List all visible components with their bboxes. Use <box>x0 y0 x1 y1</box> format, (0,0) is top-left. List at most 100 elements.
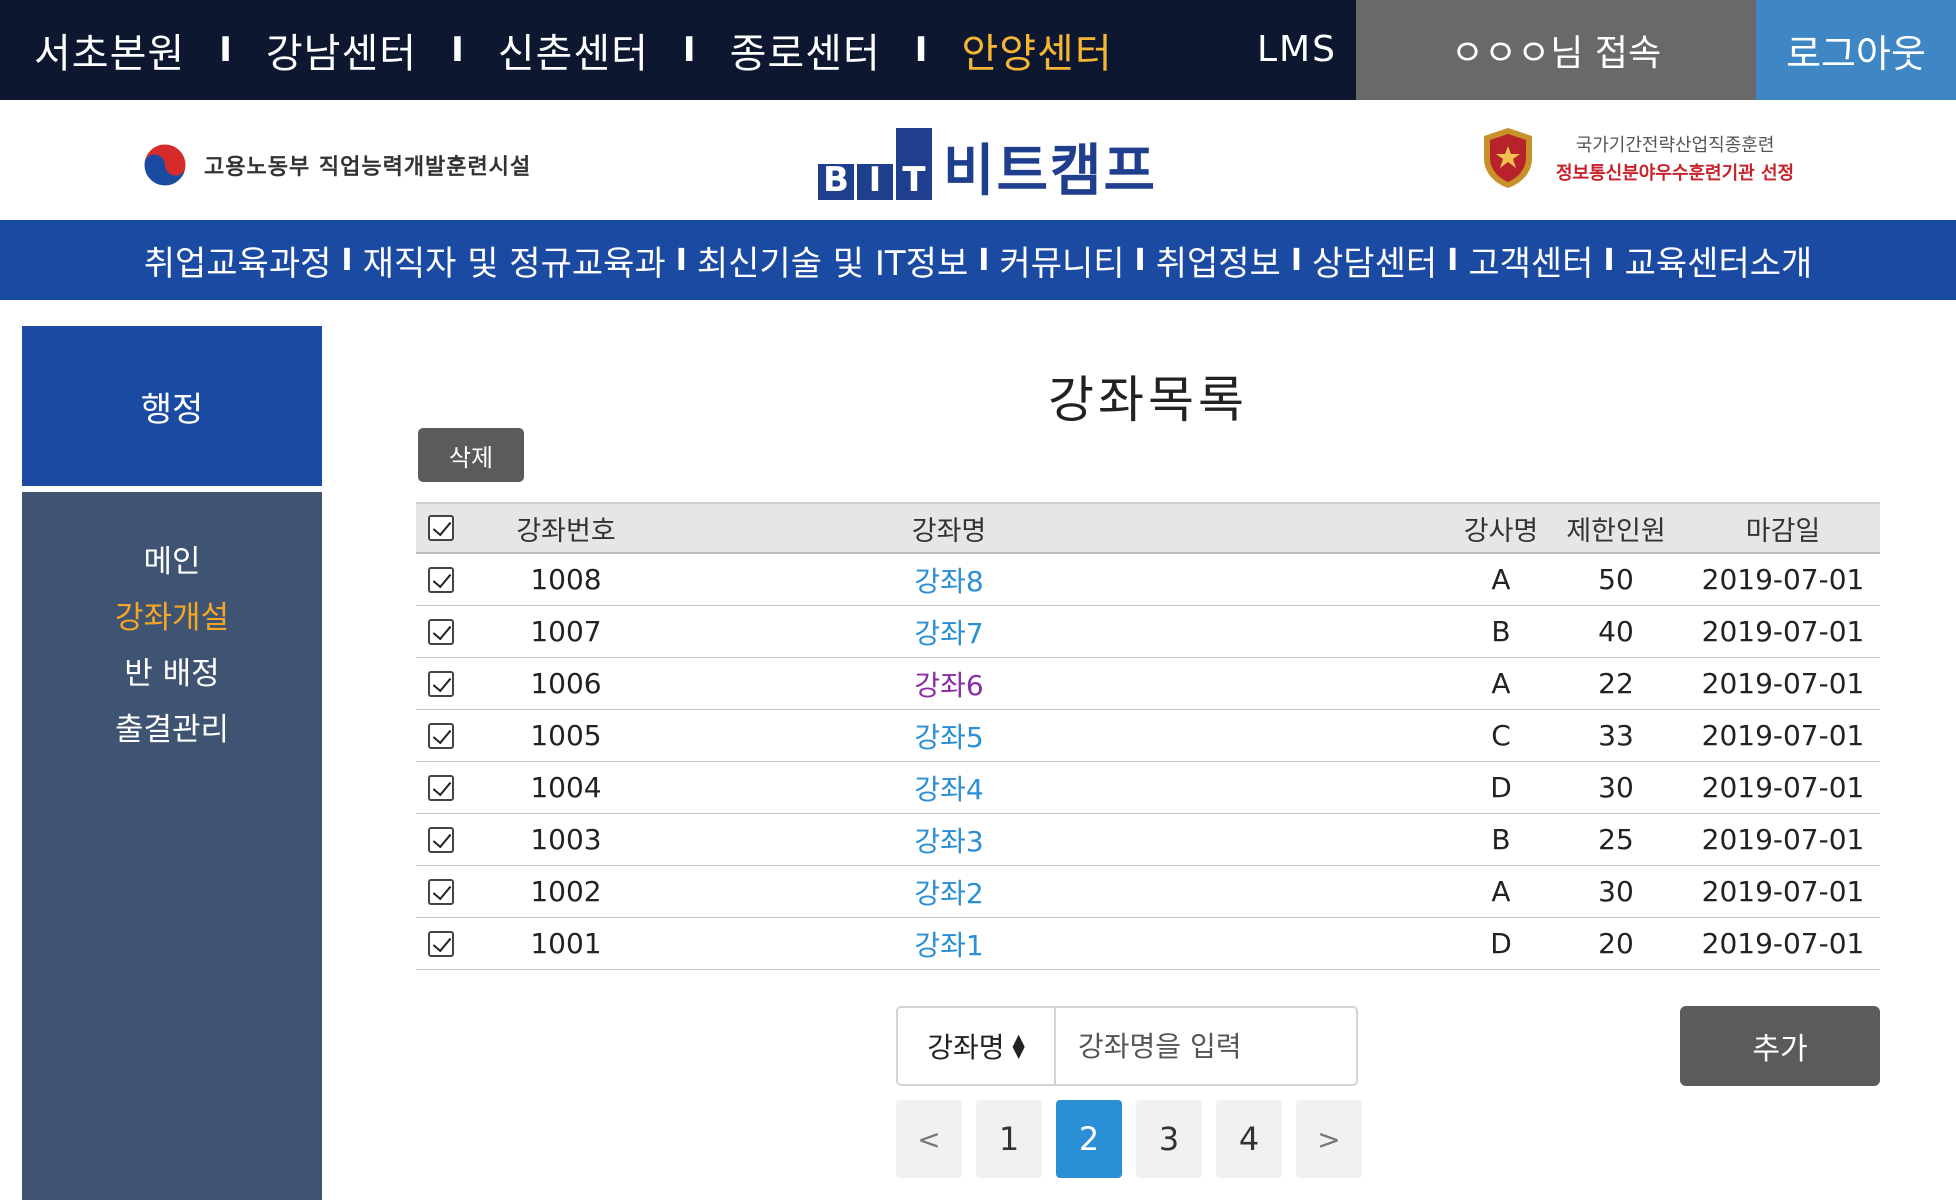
center-link[interactable]: 종로센터 <box>730 21 881 79</box>
sidebar-item-class-assign[interactable]: 반 배정 <box>22 648 322 693</box>
nav-item[interactable]: 취업교육과정 <box>144 236 332 285</box>
course-teacher: A <box>1491 563 1511 596</box>
table-row: 1005 강좌5 C 33 2019-07-01 <box>416 710 1880 762</box>
course-teacher: A <box>1491 667 1511 700</box>
page-button[interactable]: 1 <box>976 1100 1042 1178</box>
add-button[interactable]: 추가 <box>1680 1006 1880 1086</box>
course-teacher: C <box>1491 719 1511 752</box>
ministry-text: 고용노동부 직업능력개발훈련시설 <box>204 155 532 180</box>
page-button[interactable]: 4 <box>1216 1100 1282 1178</box>
center-link[interactable]: 안양센터 <box>961 21 1112 79</box>
table-row: 1002 강좌2 A 30 2019-07-01 <box>416 866 1880 918</box>
center-link[interactable]: 신촌센터 <box>498 21 649 79</box>
course-deadline: 2019-07-01 <box>1701 927 1865 960</box>
center-separator: I <box>451 30 464 70</box>
center-separator: I <box>219 30 232 70</box>
search-input[interactable] <box>1054 1006 1358 1086</box>
nav-separator: I <box>978 242 990 278</box>
nav-item[interactable]: 재직자 및 정규교육과 <box>363 236 666 285</box>
header-deadline[interactable]: 마감일 <box>1686 504 1880 552</box>
course-name-cell: 강좌7 <box>816 606 1082 657</box>
course-limit: 30 <box>1598 875 1634 908</box>
course-name-cell: 강좌5 <box>816 710 1082 761</box>
row-checkbox[interactable] <box>428 826 454 853</box>
bitcamp-logo[interactable]: B I T 비트캠프 <box>818 128 1157 200</box>
course-number: 1005 <box>530 719 602 752</box>
row-checkbox-cell <box>416 658 466 709</box>
page-button[interactable]: 2 <box>1056 1100 1122 1178</box>
row-checkbox[interactable] <box>428 774 454 801</box>
bitcamp-name: 비트캠프 <box>943 139 1158 204</box>
row-checkbox[interactable] <box>428 878 454 905</box>
course-number: 1004 <box>530 771 602 804</box>
course-name-link[interactable]: 강좌2 <box>914 872 983 912</box>
header-teacher[interactable]: 강사명 <box>1456 504 1546 552</box>
course-name-cell: 강좌2 <box>816 866 1082 917</box>
center-separator: I <box>914 30 928 70</box>
sidebar-item-attendance[interactable]: 출결관리 <box>22 704 322 749</box>
sidebar-menu: 메인 강좌개설 반 배정 출결관리 <box>22 492 322 1200</box>
nav-item[interactable]: 교육센터소개 <box>1625 236 1813 285</box>
search-field-select[interactable]: 강좌명 ▲ ▼ <box>896 1006 1056 1086</box>
course-teacher: B <box>1491 615 1511 648</box>
course-name-cell: 강좌4 <box>816 762 1082 813</box>
course-number: 1008 <box>530 563 602 596</box>
course-name-link[interactable]: 강좌4 <box>914 768 983 808</box>
row-checkbox[interactable] <box>428 670 454 697</box>
course-name-link[interactable]: 강좌8 <box>914 560 983 600</box>
lms-link[interactable]: LMS <box>1257 0 1337 100</box>
row-checkbox[interactable] <box>428 618 454 645</box>
course-name-link[interactable]: 강좌3 <box>914 820 983 860</box>
table-header: 강좌번호 강좌명 강사명 제한인원 마감일 <box>416 502 1880 554</box>
award-text: 국가기간전략산업직종훈련 정보통신분야우수훈련기관 선정 <box>1556 131 1794 185</box>
header-name[interactable]: 강좌명 <box>816 504 1082 552</box>
nav-item[interactable]: 커뮤니티 <box>999 236 1124 285</box>
award-line1: 국가기간전략산업직종훈련 <box>1575 135 1775 156</box>
course-name-link[interactable]: 강좌5 <box>914 716 983 756</box>
ministry-logo[interactable]: 고용노동부 직업능력개발훈련시설 <box>142 142 531 188</box>
course-teacher: A <box>1491 875 1511 908</box>
bit-mark: B I T <box>818 128 935 200</box>
course-deadline: 2019-07-01 <box>1701 823 1865 856</box>
course-deadline: 2019-07-01 <box>1701 719 1865 752</box>
course-limit: 33 <box>1598 719 1634 752</box>
sidebar-item-main[interactable]: 메인 <box>22 536 322 581</box>
prev-page-button[interactable]: < <box>896 1100 962 1178</box>
nav-item[interactable]: 취업정보 <box>1156 236 1281 285</box>
nav-item[interactable]: 상담센터 <box>1312 236 1437 285</box>
page-button[interactable]: 3 <box>1136 1100 1202 1178</box>
course-limit: 20 <box>1598 927 1634 960</box>
header-limit[interactable]: 제한인원 <box>1556 504 1676 552</box>
course-limit: 50 <box>1598 563 1634 596</box>
nav-separator: I <box>341 242 353 278</box>
logout-button[interactable]: 로그아웃 <box>1756 0 1956 100</box>
course-number: 1007 <box>530 615 602 648</box>
delete-button[interactable]: 삭제 <box>418 428 524 482</box>
course-name-link[interactable]: 강좌6 <box>914 664 983 704</box>
row-checkbox[interactable] <box>428 566 454 593</box>
sidebar-item-course-open[interactable]: 강좌개설 <box>22 592 322 637</box>
course-limit: 22 <box>1598 667 1634 700</box>
next-page-button[interactable]: > <box>1296 1100 1362 1178</box>
course-deadline: 2019-07-01 <box>1701 667 1865 700</box>
pagination: < 1 2 3 4 > <box>896 1100 1376 1178</box>
course-number: 1002 <box>530 875 602 908</box>
nav-item[interactable]: 최신기술 및 IT정보 <box>697 236 968 285</box>
course-teacher: D <box>1490 927 1512 960</box>
logo-band: 고용노동부 직업능력개발훈련시설 B I T 비트캠프 국가기간전략산업직종훈련… <box>0 100 1956 220</box>
course-number: 1001 <box>530 927 602 960</box>
nav-separator: I <box>1134 242 1146 278</box>
course-name-link[interactable]: 강좌1 <box>914 924 983 964</box>
course-limit: 25 <box>1598 823 1634 856</box>
nav-separator: I <box>675 242 687 278</box>
nav-separator: I <box>1447 242 1459 278</box>
center-link[interactable]: 서초본원 <box>34 21 185 79</box>
header-number[interactable]: 강좌번호 <box>486 504 646 552</box>
nav-item[interactable]: 고객센터 <box>1468 236 1593 285</box>
row-checkbox[interactable] <box>428 930 454 957</box>
select-all-checkbox[interactable] <box>428 515 454 541</box>
row-checkbox[interactable] <box>428 722 454 749</box>
course-name-link[interactable]: 강좌7 <box>914 612 983 652</box>
center-link[interactable]: 강남센터 <box>266 21 417 79</box>
row-checkbox-cell <box>416 606 466 657</box>
